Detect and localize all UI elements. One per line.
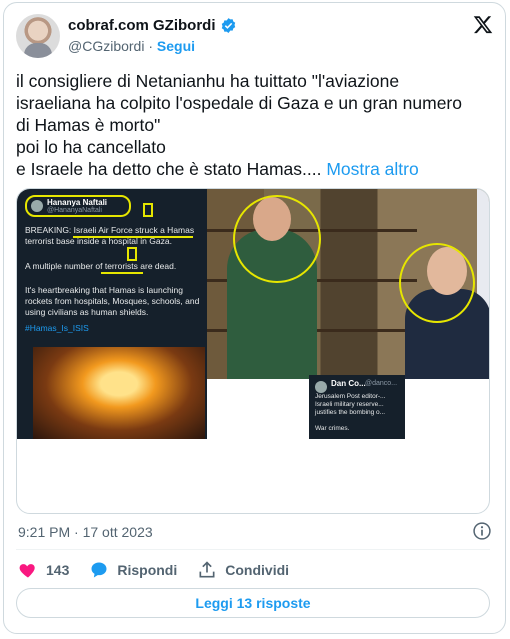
embedded-avatar <box>31 200 43 212</box>
highlight-circle <box>233 195 321 283</box>
author-name-row[interactable]: cobraf.com GZibordi <box>68 17 237 34</box>
down-arrow-icon <box>143 203 153 217</box>
share-icon <box>199 561 215 578</box>
embedded-author-handle: @danco... <box>365 380 398 387</box>
avatar[interactable] <box>16 14 60 58</box>
tweet-text: il consigliere di Netanianhu ha tuittato… <box>16 70 486 180</box>
heart-icon <box>19 564 35 578</box>
highlight-circle <box>399 243 475 323</box>
embedded-text-3: It's heartbreaking that Hamas is launchi… <box>25 285 200 317</box>
separator-dot: · <box>148 38 154 54</box>
author-display-name[interactable]: cobraf.com GZibordi <box>68 17 216 34</box>
share-button[interactable]: Condividi <box>197 560 289 580</box>
handle-line: @CGzibordi · Segui <box>68 38 195 54</box>
highlight-box: Hananya Naftali @HananyaNaftali <box>25 195 131 217</box>
embedded-author-name: Hananya Naftali <box>47 198 108 207</box>
highlight-underline <box>73 236 193 238</box>
embedded-author-name: Dan Co... <box>331 379 366 388</box>
embedded-tweet-screenshot-right: Dan Co... @danco... Jerusalem Post edito… <box>309 375 405 439</box>
embedded-hashtag: #Hamas_Is_ISIS <box>25 323 89 333</box>
share-label: Condividi <box>225 562 290 578</box>
speech-bubble-icon <box>91 562 107 578</box>
like-button[interactable]: 143 <box>18 560 69 580</box>
follow-button[interactable]: Segui <box>157 38 195 54</box>
read-replies-button[interactable]: Leggi 13 risposte <box>16 588 490 618</box>
highlight-underline <box>101 272 143 274</box>
reply-button[interactable]: Rispondi <box>89 560 177 580</box>
embedded-avatar <box>315 381 327 393</box>
fire-photo <box>33 347 205 439</box>
embedded-text-1: Jerusalem Post editor-... Israeli milita… <box>315 393 386 416</box>
embedded-tweet-screenshot-left: Hananya Naftali @HananyaNaftali BREAKING… <box>17 189 207 439</box>
verified-badge-icon <box>221 18 235 33</box>
up-arrow-icon <box>127 247 137 261</box>
embedded-text-2: A multiple number of terrorists are dead… <box>25 261 177 271</box>
tweet-media-image[interactable]: Hananya Naftali @HananyaNaftali BREAKING… <box>16 188 490 514</box>
divider <box>16 549 490 550</box>
reply-label: Rispondi <box>117 562 178 578</box>
show-more-link[interactable]: Mostra altro <box>326 159 418 179</box>
embedded-text-2: War crimes. <box>315 425 350 432</box>
info-icon[interactable] <box>472 521 492 541</box>
x-logo-icon[interactable] <box>472 14 494 36</box>
author-handle[interactable]: @CGzibordi <box>68 38 144 54</box>
like-count: 143 <box>46 562 70 578</box>
embedded-author-handle: @HananyaNaftali <box>47 207 102 214</box>
tweet-timestamp[interactable]: 9:21 PM · 17 ott 2023 <box>18 524 153 540</box>
action-bar: 143 Rispondi Condividi <box>18 560 309 580</box>
